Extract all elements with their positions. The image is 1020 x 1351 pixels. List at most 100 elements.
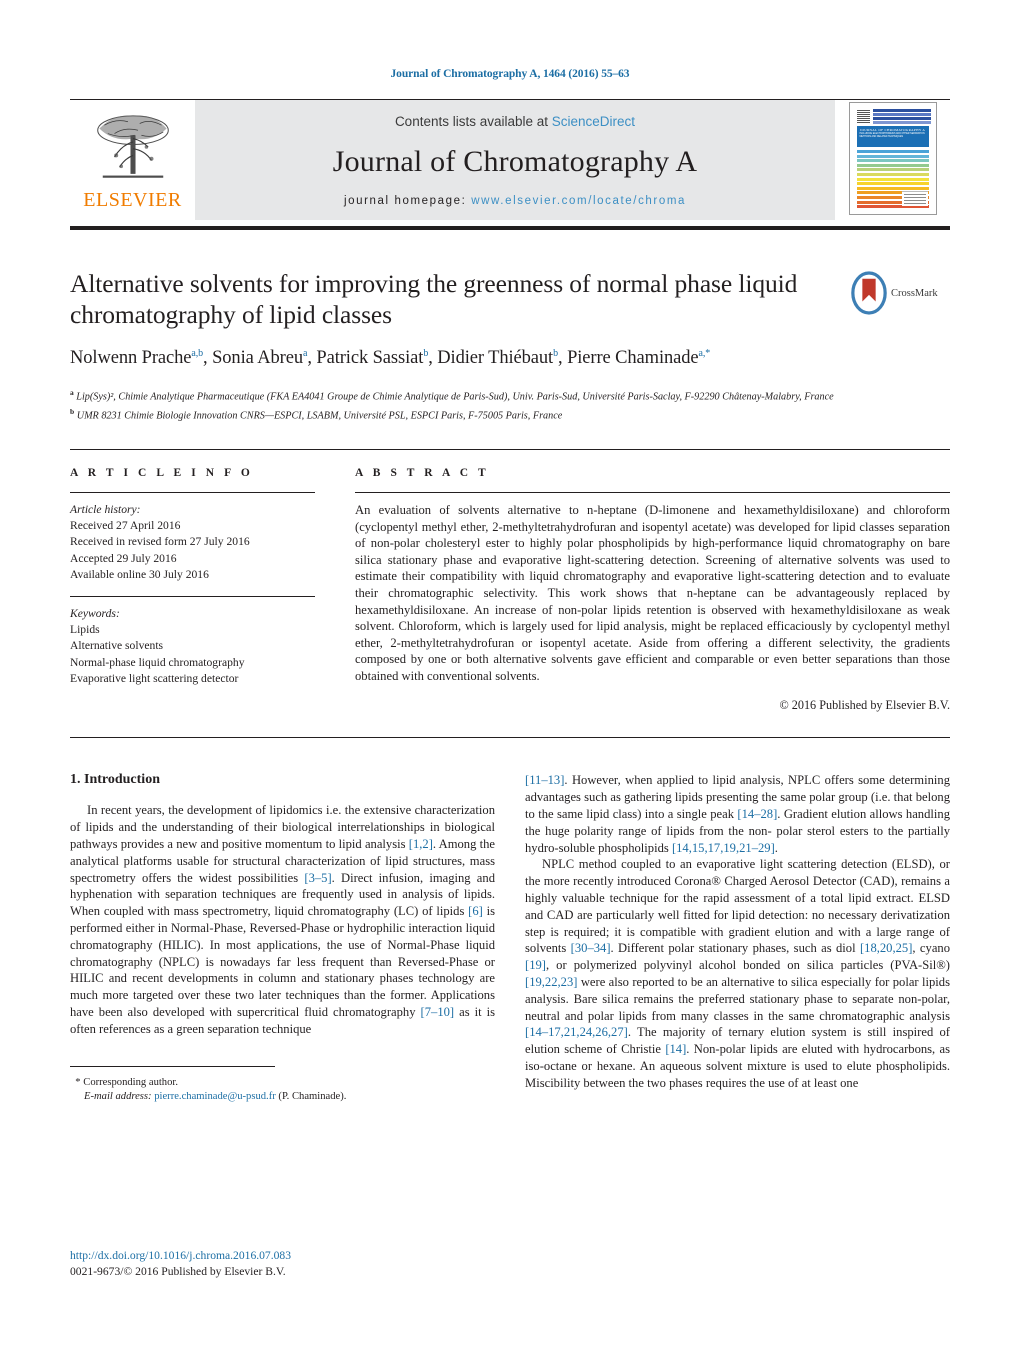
- intro-paragraph-right-1: [11–13]. However, when applied to lipid …: [525, 773, 950, 855]
- author-affiliation-mark: a,*: [698, 348, 711, 359]
- homepage-prefix: journal homepage:: [343, 195, 472, 207]
- elsevier-wordmark: ELSEVIER: [83, 189, 182, 211]
- footnote-rule: [70, 1065, 275, 1076]
- article-info-rule: [70, 491, 315, 493]
- citation-link[interactable]: [19]: [525, 958, 546, 972]
- keyword-item: Lipids: [70, 623, 100, 637]
- citation-link[interactable]: [7–10]: [421, 1005, 455, 1019]
- abstract-copyright: © 2016 Published by Elsevier B.V.: [779, 698, 950, 713]
- body-columns: 1. Introduction In recent years, the dev…: [70, 772, 950, 1104]
- citation-link[interactable]: [14–28]: [737, 807, 777, 821]
- citation-link[interactable]: [18,20,25]: [860, 941, 912, 955]
- sciencedirect-link[interactable]: ScienceDirect: [552, 114, 635, 129]
- journal-header-center: Contents lists available at ScienceDirec…: [195, 100, 835, 220]
- citation-link[interactable]: [11–13]: [525, 773, 564, 787]
- affiliation-mark: b: [70, 406, 75, 416]
- citation-link[interactable]: [30–34]: [571, 941, 611, 955]
- author-name: Patrick Sassiat: [316, 348, 424, 369]
- author-name: Sonia Abreu: [212, 348, 303, 369]
- homepage-link[interactable]: www.elsevier.com/locate/chroma: [471, 195, 686, 207]
- keywords-items: Lipids Alternative solvents Normal-phase l…: [70, 622, 315, 687]
- cover-subtitle: INCLUDING ELECTROPHORESIS AND OTHER SEPA…: [859, 133, 925, 139]
- page-title: Alternative solvents for improving the g…: [70, 269, 798, 329]
- citation-link[interactable]: [6]: [468, 904, 483, 918]
- cover-publisher-logo: [901, 191, 928, 206]
- author-affiliation-mark: a: [302, 348, 308, 359]
- abstract-rule: [355, 491, 950, 493]
- intro-paragraph-left: In recent years, the development of lipi…: [70, 803, 495, 1036]
- citation-link[interactable]: [19,22,23]: [525, 975, 577, 989]
- citation-link[interactable]: [3–5]: [304, 871, 331, 885]
- citation-link[interactable]: [14,15,17,19,21–29]: [672, 841, 775, 855]
- email-suffix: (P. Chaminade).: [278, 1091, 347, 1103]
- cover-title: JOURNAL OF CHROMATOGRAPHY A: [859, 128, 926, 132]
- author-affiliation-mark: b: [553, 348, 558, 359]
- email-link[interactable]: pierre.chaminade@u-psud.fr: [154, 1091, 276, 1102]
- citation-link[interactable]: [14–17,21,24,26,27]: [525, 1025, 628, 1039]
- journal-header: ELSEVIER Contents lists available at Sci…: [70, 99, 950, 220]
- author-name: Didier Thiébaut: [437, 348, 554, 369]
- article-info-column: A R T I C L E I N F O Article history: R…: [70, 467, 315, 714]
- article-history-item: Available online 30 July 2016: [70, 567, 209, 581]
- article-history-item: Accepted 29 July 2016: [70, 551, 177, 565]
- journal-cover-block: JOURNAL OF CHROMATOGRAPHY A INCLUDING EL…: [835, 100, 950, 220]
- body-column-right: [11–13]. However, when applied to lipid …: [525, 772, 950, 1104]
- elsevier-logo: ELSEVIER: [70, 100, 195, 220]
- article-info-label: A R T I C L E I N F O: [70, 466, 254, 479]
- email-line: E-mail address: pierre.chaminade@u-psud.…: [70, 1090, 500, 1105]
- abstract-column: A B S T R A C T An evaluation of solvent…: [355, 467, 950, 714]
- issn-line: 0021-9673/© 2016 Published by Elsevier B…: [70, 1264, 286, 1278]
- elsevier-tree-icon: [96, 115, 169, 178]
- section-heading-introduction: 1. Introduction: [70, 772, 160, 788]
- journal-title: Journal of Chromatography A: [332, 145, 698, 178]
- intro-paragraph-right-2: NPLC method coupled to an evaporative li…: [525, 857, 951, 1090]
- crossmark-label: CrossMark: [891, 287, 938, 299]
- journal-homepage-line: journal homepage: www.elsevier.com/locat…: [344, 195, 686, 207]
- author-list: Nolwenn Prachea,b, Sonia Abreua, Patrick…: [70, 348, 711, 369]
- doi-link[interactable]: http://dx.doi.org/10.1016/j.chroma.2016.…: [70, 1248, 291, 1264]
- body-column-left: 1. Introduction In recent years, the dev…: [70, 772, 495, 1104]
- running-head: Journal of Chromatography A, 1464 (2016)…: [390, 68, 630, 80]
- cover-title-band: JOURNAL OF CHROMATOGRAPHY A INCLUDING EL…: [856, 126, 929, 147]
- contents-prefix: Contents lists available at: [394, 114, 552, 129]
- author-affiliation-mark: a,b: [191, 348, 204, 359]
- article-keywords: Keywords: Lipids Alternative solvents Norm…: [70, 606, 315, 687]
- crossmark-badge-area[interactable]: CrossMark: [850, 268, 950, 318]
- author-affiliation-mark: b: [423, 348, 429, 359]
- author-name: Pierre Chaminade: [567, 348, 699, 369]
- article-info-divider: [70, 595, 315, 597]
- affiliation-list: a Lip(Sys)², Chimie Analytique Pharmaceu…: [70, 386, 950, 423]
- title-area: Alternative solvents for improving the g…: [70, 268, 950, 330]
- footnote-star: *: [75, 1076, 81, 1088]
- corresponding-author-line: * Corresponding author.: [70, 1076, 500, 1091]
- article-history: Article history: Received 27 April 2016 R…: [70, 502, 315, 583]
- article-history-items: Received 27 April 2016 Received in revise…: [70, 518, 315, 583]
- footnote-block: * Corresponding author. E-mail address: …: [70, 1076, 500, 1105]
- keyword-item: Alternative solvents: [70, 639, 164, 653]
- keyword-item: Normal-phase liquid chromatography: [70, 655, 245, 669]
- affiliation-item: b UMR 8231 Chimie Biologie Innovation CN…: [70, 406, 563, 421]
- abstract-bottom-rule: [70, 737, 950, 739]
- affiliation-mark: a: [70, 388, 74, 398]
- citation-link[interactable]: [1,2]: [409, 837, 433, 851]
- author-name: Nolwenn Prache: [70, 348, 192, 369]
- contents-line: Contents lists available at ScienceDirec…: [395, 114, 635, 129]
- doi-block: http://dx.doi.org/10.1016/j.chroma.2016.…: [70, 1248, 291, 1279]
- info-abstract-block: A R T I C L E I N F O Article history: R…: [70, 448, 950, 714]
- affiliation-item: a Lip(Sys)², Chimie Analytique Pharmaceu…: [70, 388, 834, 403]
- email-label: E-mail address:: [84, 1091, 152, 1103]
- abstract-text: An evaluation of solvents alternative to…: [355, 502, 950, 683]
- article-history-item: Received in revised form 27 July 2016: [70, 535, 250, 549]
- citation-link[interactable]: [14]: [665, 1042, 686, 1056]
- keyword-item: Evaporative light scattering detector: [70, 671, 239, 685]
- article-history-label: Article history:: [70, 502, 141, 516]
- article-history-item: Received 27 April 2016: [70, 519, 181, 533]
- journal-cover-thumbnail: JOURNAL OF CHROMATOGRAPHY A INCLUDING EL…: [848, 102, 937, 215]
- corresponding-author-text: Corresponding author.: [83, 1076, 178, 1088]
- crossmark-icon: [851, 271, 887, 315]
- abstract-label: A B S T R A C T: [355, 466, 490, 479]
- header-bottom-rule: [70, 226, 950, 230]
- paper-page: Journal of Chromatography A, 1464 (2016)…: [0, 0, 1020, 1351]
- keywords-label: Keywords:: [70, 606, 120, 620]
- cover-barcode-icon: [856, 110, 870, 123]
